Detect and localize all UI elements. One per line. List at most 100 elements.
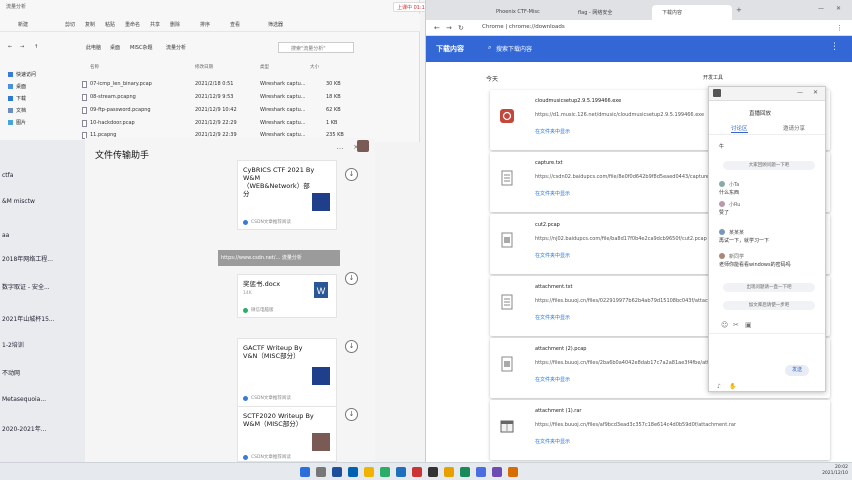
file-row[interactable]: 10-hackdoor.pcap 2021/12/9 22:29 Wiresha… — [80, 119, 410, 129]
download-url[interactable]: https://files.buuoj.cn/files/af9bcd3ead3… — [535, 422, 820, 428]
show-in-folder-link[interactable]: 在文件夹中显示 — [535, 438, 570, 445]
download-icon[interactable]: ↓ — [345, 408, 358, 421]
sort-button[interactable]: 排序 — [200, 21, 210, 28]
download-filename[interactable]: attachment (1).rar — [535, 408, 581, 414]
file-row[interactable]: 07-icmp_len_binary.pcap 2021/2/18 0:51 W… — [80, 80, 410, 90]
folder-icon[interactable] — [364, 467, 374, 477]
download-icon[interactable]: ↓ — [345, 168, 358, 181]
show-in-folder-link[interactable]: 在文件夹中显示 — [535, 314, 570, 321]
download-icon[interactable]: ↓ — [345, 340, 358, 353]
download-icon[interactable]: ↓ — [345, 272, 358, 285]
new-button[interactable]: 新建 — [18, 21, 28, 28]
show-in-folder-link[interactable]: 在文件夹中显示 — [535, 190, 570, 197]
wechat-icon[interactable] — [380, 467, 390, 477]
hand-icon[interactable]: ✋ — [729, 383, 736, 390]
search-input[interactable]: 搜索下载内容 — [496, 44, 532, 53]
forward-icon[interactable]: → — [446, 24, 452, 32]
show-in-folder-link[interactable]: 在文件夹中显示 — [535, 252, 570, 259]
search-icon[interactable]: ⌕ — [488, 44, 491, 52]
close-icon[interactable]: ✕ — [813, 89, 818, 96]
copy-button[interactable]: 复制 — [85, 21, 95, 28]
file-card[interactable]: SCTF2020 Writeup By W&M（MISC部分） CSDN文章推荐… — [237, 406, 337, 462]
address-bar[interactable]: ← → ↑ 此电脑 桌面 MISC杂题 流量分析 — [0, 40, 420, 54]
menu-icon[interactable]: ⋮ — [836, 24, 843, 32]
nav-quick-access[interactable]: 快速访问 — [16, 71, 36, 78]
terminal-icon[interactable] — [428, 467, 438, 477]
nav-pictures[interactable]: 图片 — [16, 119, 26, 126]
nav-desktop[interactable]: 桌面 — [16, 83, 26, 90]
start-icon[interactable] — [300, 467, 310, 477]
tab-flag[interactable]: flag - 网络安全 — [568, 5, 648, 20]
download-filename[interactable]: attachment (2).pcap — [535, 346, 586, 352]
delete-button[interactable]: 删除 — [170, 21, 180, 28]
reload-icon[interactable]: ↻ — [458, 24, 464, 32]
download-filename[interactable]: cloudmusicsetup2.9.5.199466.exe — [535, 98, 621, 104]
column-date[interactable]: 修改日期 — [195, 64, 213, 70]
column-name[interactable]: 名称 — [90, 64, 99, 70]
file-card[interactable]: CyBRICS CTF 2021 By W&M（WEB&Network）部分 C… — [237, 160, 337, 230]
share-button[interactable]: 共享 — [150, 21, 160, 28]
file-card[interactable]: GACTF Writeup By V&N（MISC部分） CSDN文章推荐阅读 — [237, 338, 337, 408]
column-type[interactable]: 类型 — [260, 64, 269, 70]
tab-downloads[interactable]: 下载内容 — [652, 5, 732, 20]
emoji-icon[interactable]: ☺ — [721, 321, 728, 329]
address-bar[interactable]: ← → ↻ Chrome | chrome://downloads ⋮ — [426, 20, 852, 36]
desktop-item[interactable]: Metasequoia... — [2, 396, 46, 403]
breadcrumb-misc[interactable]: MISC杂题 — [130, 44, 152, 51]
desktop-item[interactable]: &M misctw — [2, 198, 35, 205]
tab-invite[interactable]: 邀请分享 — [783, 124, 805, 132]
minimize-icon[interactable]: — — [818, 5, 824, 12]
forward-icon[interactable]: → — [20, 44, 24, 50]
show-in-folder-link[interactable]: 在文件夹中显示 — [535, 128, 570, 135]
desktop-item[interactable]: ctfa — [2, 172, 13, 179]
download-filename[interactable]: cut2.pcap — [535, 222, 560, 228]
desktop-item[interactable]: aa — [2, 232, 9, 239]
selected-message[interactable]: https://www.csdn.net/... 流量分析 — [218, 250, 340, 266]
filter-button[interactable]: 筛选器 — [268, 21, 283, 28]
download-filename[interactable]: capture.txt — [535, 160, 563, 166]
view-button[interactable]: 查看 — [230, 21, 240, 28]
scissors-icon[interactable]: ✂ — [733, 321, 739, 329]
app-icon[interactable] — [460, 467, 470, 477]
tab-phoenix[interactable]: Phoenix CTF-Misc — [486, 5, 566, 20]
column-size[interactable]: 大小 — [310, 64, 319, 70]
download-item[interactable]: attachment (1).rar https://files.buuoj.c… — [490, 400, 830, 460]
breadcrumb-pc[interactable]: 此电脑 — [86, 44, 101, 51]
desktop-item[interactable]: 数字取证 - 安全... — [2, 282, 50, 291]
back-icon[interactable]: ← — [8, 44, 12, 50]
desktop-item[interactable]: 1-2培训 — [2, 340, 24, 349]
vscode-icon[interactable] — [396, 467, 406, 477]
chrome-icon[interactable] — [444, 467, 454, 477]
tab-discussion[interactable]: 讨论区 — [731, 124, 748, 133]
cut-button[interactable]: 剪切 — [65, 21, 75, 28]
download-filename[interactable]: attachment.txt — [535, 284, 573, 290]
system-clock[interactable]: 20:02 2021/12/10 — [822, 465, 848, 477]
app-icon[interactable] — [508, 467, 518, 477]
app-icon[interactable] — [412, 467, 422, 477]
breadcrumb-desktop[interactable]: 桌面 — [110, 44, 120, 51]
more-options-icon[interactable]: ⋮ — [830, 42, 839, 52]
paste-button[interactable]: 粘贴 — [105, 21, 115, 28]
file-card[interactable]: 奖惩书.docx 14K W 微信电脑版 — [237, 274, 337, 318]
app-icon[interactable] — [476, 467, 486, 477]
task-view-icon[interactable] — [332, 467, 342, 477]
nav-downloads[interactable]: 下载 — [16, 95, 26, 102]
more-icon[interactable]: … — [335, 142, 345, 152]
file-row[interactable]: 08-stream.pcapng 2021/12/9 9:53 Wireshar… — [80, 93, 410, 103]
desktop-item[interactable]: 2021年山城杯15... — [2, 314, 55, 323]
breadcrumb-traffic[interactable]: 流量分析 — [166, 44, 186, 51]
edge-icon[interactable] — [348, 467, 358, 477]
microphone-icon[interactable]: ♪ — [717, 383, 721, 390]
app-icon[interactable] — [492, 467, 502, 477]
desktop-item[interactable]: 不动网 — [2, 368, 20, 377]
nav-documents[interactable]: 文档 — [16, 107, 26, 114]
close-icon[interactable]: ✕ — [836, 5, 841, 12]
rename-button[interactable]: 重命名 — [125, 21, 140, 28]
desktop-item[interactable]: 2018年网络工程... — [2, 254, 53, 263]
search-input[interactable]: 搜索"流量分析" — [278, 42, 354, 53]
send-button[interactable]: 发送 — [785, 365, 809, 376]
search-icon[interactable] — [316, 467, 326, 477]
back-icon[interactable]: ← — [434, 24, 440, 32]
image-icon[interactable]: ▣ — [745, 321, 752, 329]
avatar[interactable] — [357, 140, 369, 152]
